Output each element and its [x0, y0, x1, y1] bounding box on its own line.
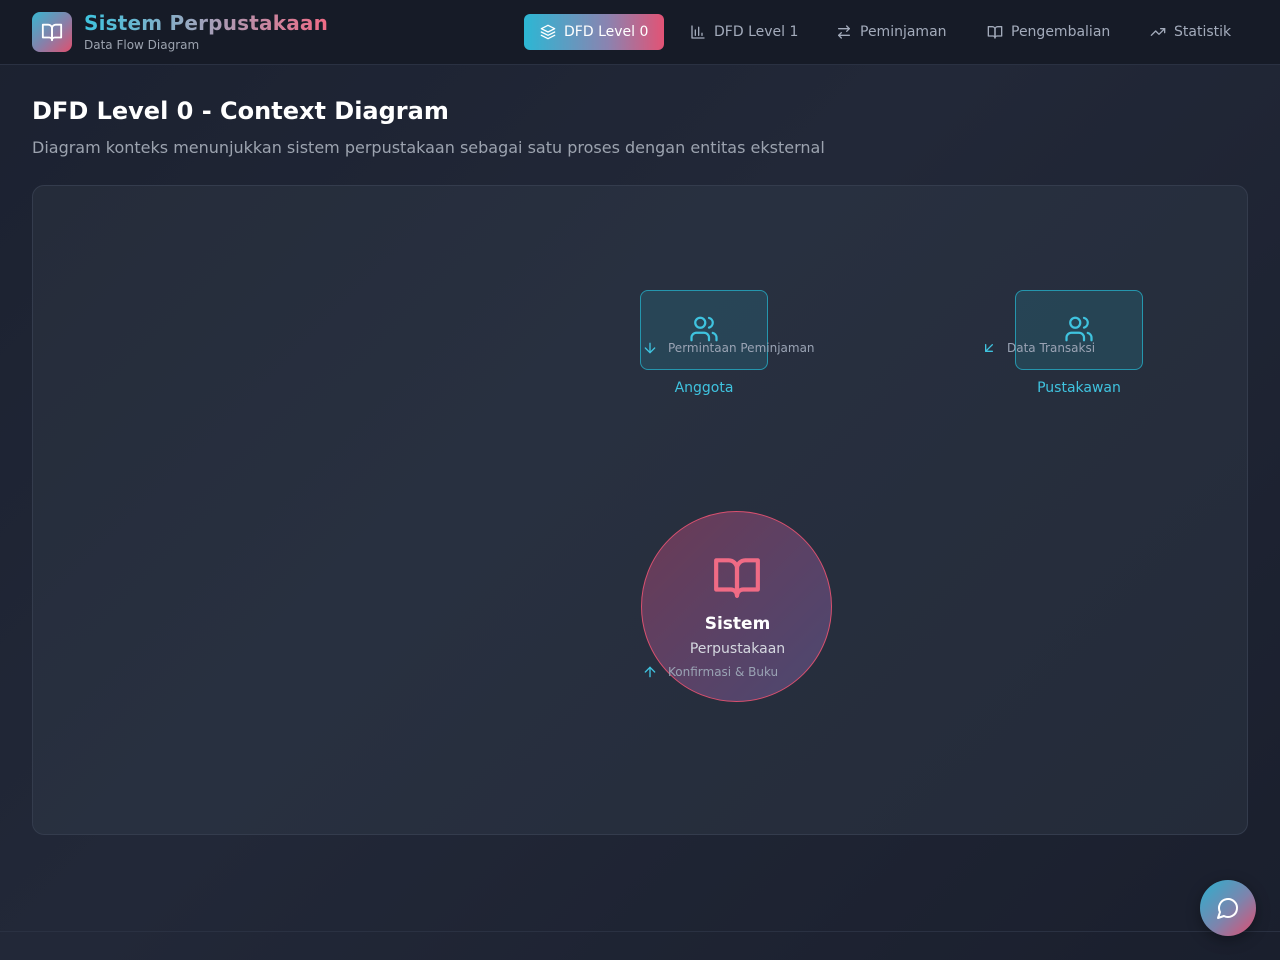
entity-label-pustakawan: Pustakawan — [1037, 380, 1121, 396]
process-subtitle: Perpustakaan — [689, 641, 786, 657]
brand-title: Sistem Perpustakaan — [84, 11, 329, 35]
nav-tab-pengembalian[interactable]: Pengembalian — [971, 14, 1126, 50]
book-open-icon — [987, 24, 1003, 40]
arrow-down-left-icon — [981, 340, 997, 356]
nav-tab-label: Pengembalian — [1011, 24, 1111, 40]
arrow-up-icon — [642, 664, 658, 680]
flow-permintaan-peminjaman: Permintaan Peminjaman — [642, 340, 815, 356]
nav-tab-dfd-level-0[interactable]: DFD Level 0 — [524, 14, 665, 50]
flow-label: Data Transaksi — [1007, 341, 1096, 355]
bar-chart-icon — [690, 24, 706, 40]
flow-label: Konfirmasi & Buku — [668, 665, 779, 679]
flow-label: Permintaan Peminjaman — [668, 341, 815, 355]
nav-tab-label: DFD Level 1 — [714, 24, 799, 40]
arrows-left-right-icon — [836, 24, 852, 40]
app-root: Sistem Perpustakaan Data Flow Diagram DF… — [0, 0, 1280, 960]
top-navbar: Sistem Perpustakaan Data Flow Diagram DF… — [0, 0, 1280, 65]
process-title: Sistem — [704, 614, 771, 634]
entity-label-anggota: Anggota — [674, 380, 734, 396]
nav-tab-peminjaman[interactable]: Peminjaman — [820, 14, 963, 50]
page-description: Diagram konteks menunjukkan sistem perpu… — [32, 138, 825, 157]
arrow-down-icon — [642, 340, 658, 356]
flow-data-transaksi: Data Transaksi — [981, 340, 1095, 356]
footer-divider — [0, 931, 1280, 932]
nav-tab-label: Statistik — [1174, 24, 1232, 40]
nav-tab-statistik[interactable]: Statistik — [1134, 14, 1247, 50]
chat-bubble-icon — [1216, 896, 1240, 920]
entity-anggota[interactable] — [640, 290, 768, 370]
logo[interactable] — [32, 12, 72, 52]
nav-tab-label: DFD Level 0 — [564, 24, 649, 40]
flow-konfirmasi-buku: Konfirmasi & Buku — [642, 664, 778, 680]
brand-subtitle: Data Flow Diagram — [84, 38, 200, 52]
nav-tab-dfd-level-1[interactable]: DFD Level 1 — [674, 14, 814, 50]
entity-pustakawan[interactable] — [1015, 290, 1143, 370]
page-title: DFD Level 0 - Context Diagram — [32, 97, 449, 125]
book-open-icon — [41, 21, 63, 43]
trending-up-icon — [1150, 24, 1166, 40]
chat-button[interactable] — [1200, 880, 1256, 936]
layers-icon — [540, 24, 556, 40]
nav-tab-label: Peminjaman — [860, 24, 947, 40]
book-open-icon — [712, 552, 762, 602]
diagram-canvas: Anggota Pustakawan Permintaan Peminjaman — [32, 185, 1248, 835]
